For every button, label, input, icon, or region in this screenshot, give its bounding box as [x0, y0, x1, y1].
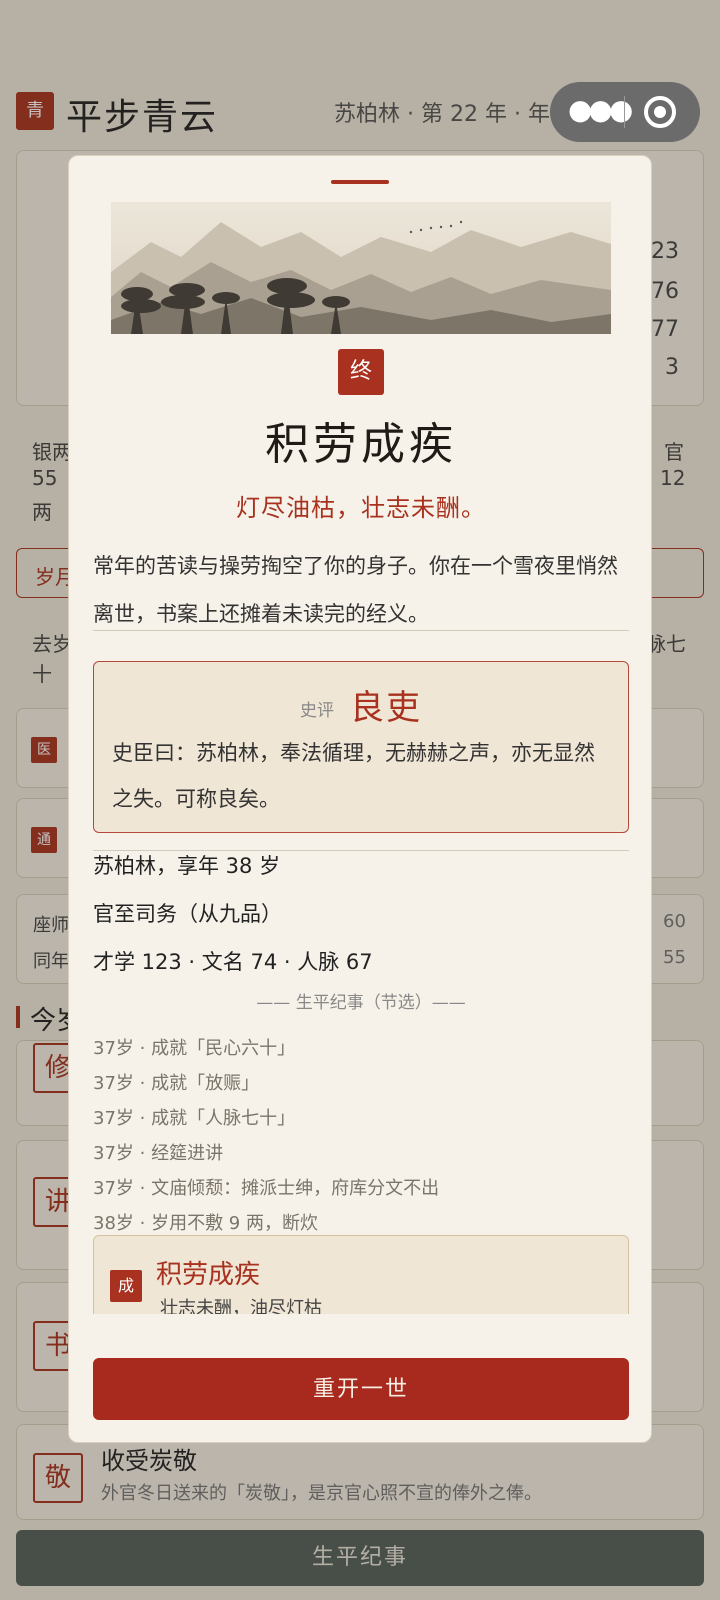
ending-modal: 终 积劳成疾 灯尽油枯，壮志未酬。 常年的苦读与操劳掏空了你的身子。你在一个雪夜…	[68, 155, 652, 1443]
ending-seal: 终	[338, 349, 384, 395]
mini-program-capsule[interactable]: ●●●	[550, 82, 700, 142]
life-event: 37岁 · 成就「人脉七十」	[93, 1108, 296, 1129]
attributes-line: 才学 123 · 文名 74 · 人脉 67	[93, 950, 373, 974]
review-label: 史评	[300, 701, 334, 721]
close-target-icon[interactable]	[644, 96, 676, 128]
rank-line: 官至司务（从九品）	[93, 902, 282, 926]
life-event: 37岁 · 成就「放赈」	[93, 1073, 260, 1094]
life-event: 37岁 · 文庙倾颓：摊派士绅，府库分文不出	[93, 1178, 440, 1199]
age-line: 苏柏林，享年 38 岁	[93, 854, 281, 878]
more-dots-icon[interactable]: ●●●	[568, 96, 633, 124]
ending-tagline: 灯尽油枯，壮志未酬。	[236, 494, 486, 522]
landscape-painting	[111, 202, 611, 334]
restart-button[interactable]: 重开一世	[93, 1358, 629, 1420]
life-record-header: —— 生平纪事（节选）——	[256, 993, 466, 1013]
achievement-tag: 成	[110, 1270, 142, 1302]
modal-handle	[331, 180, 389, 184]
capsule-divider	[624, 96, 625, 128]
review-grade: 良吏	[350, 688, 422, 728]
historian-review: 史评 良吏 史臣曰：苏柏林，奉法循理，无赫赫之声，亦无显然之失。可称良矣。	[93, 661, 629, 833]
life-event: 37岁 · 成就「民心六十」	[93, 1038, 296, 1059]
life-event: 37岁 · 经筵进讲	[93, 1143, 224, 1164]
divider	[93, 630, 629, 631]
ending-title: 积劳成疾	[265, 419, 457, 470]
achievement-title: 积劳成疾	[156, 1260, 261, 1290]
ending-description: 常年的苦读与操劳掏空了你的身子。你在一个雪夜里悄然离世，书案上还摊着未读完的经义…	[93, 554, 618, 626]
life-event: 38岁 · 岁用不敷 9 两，断炊	[93, 1213, 318, 1234]
review-text: 史臣曰：苏柏林，奉法循理，无赫赫之声，亦无显然之失。可称良矣。	[112, 741, 595, 811]
